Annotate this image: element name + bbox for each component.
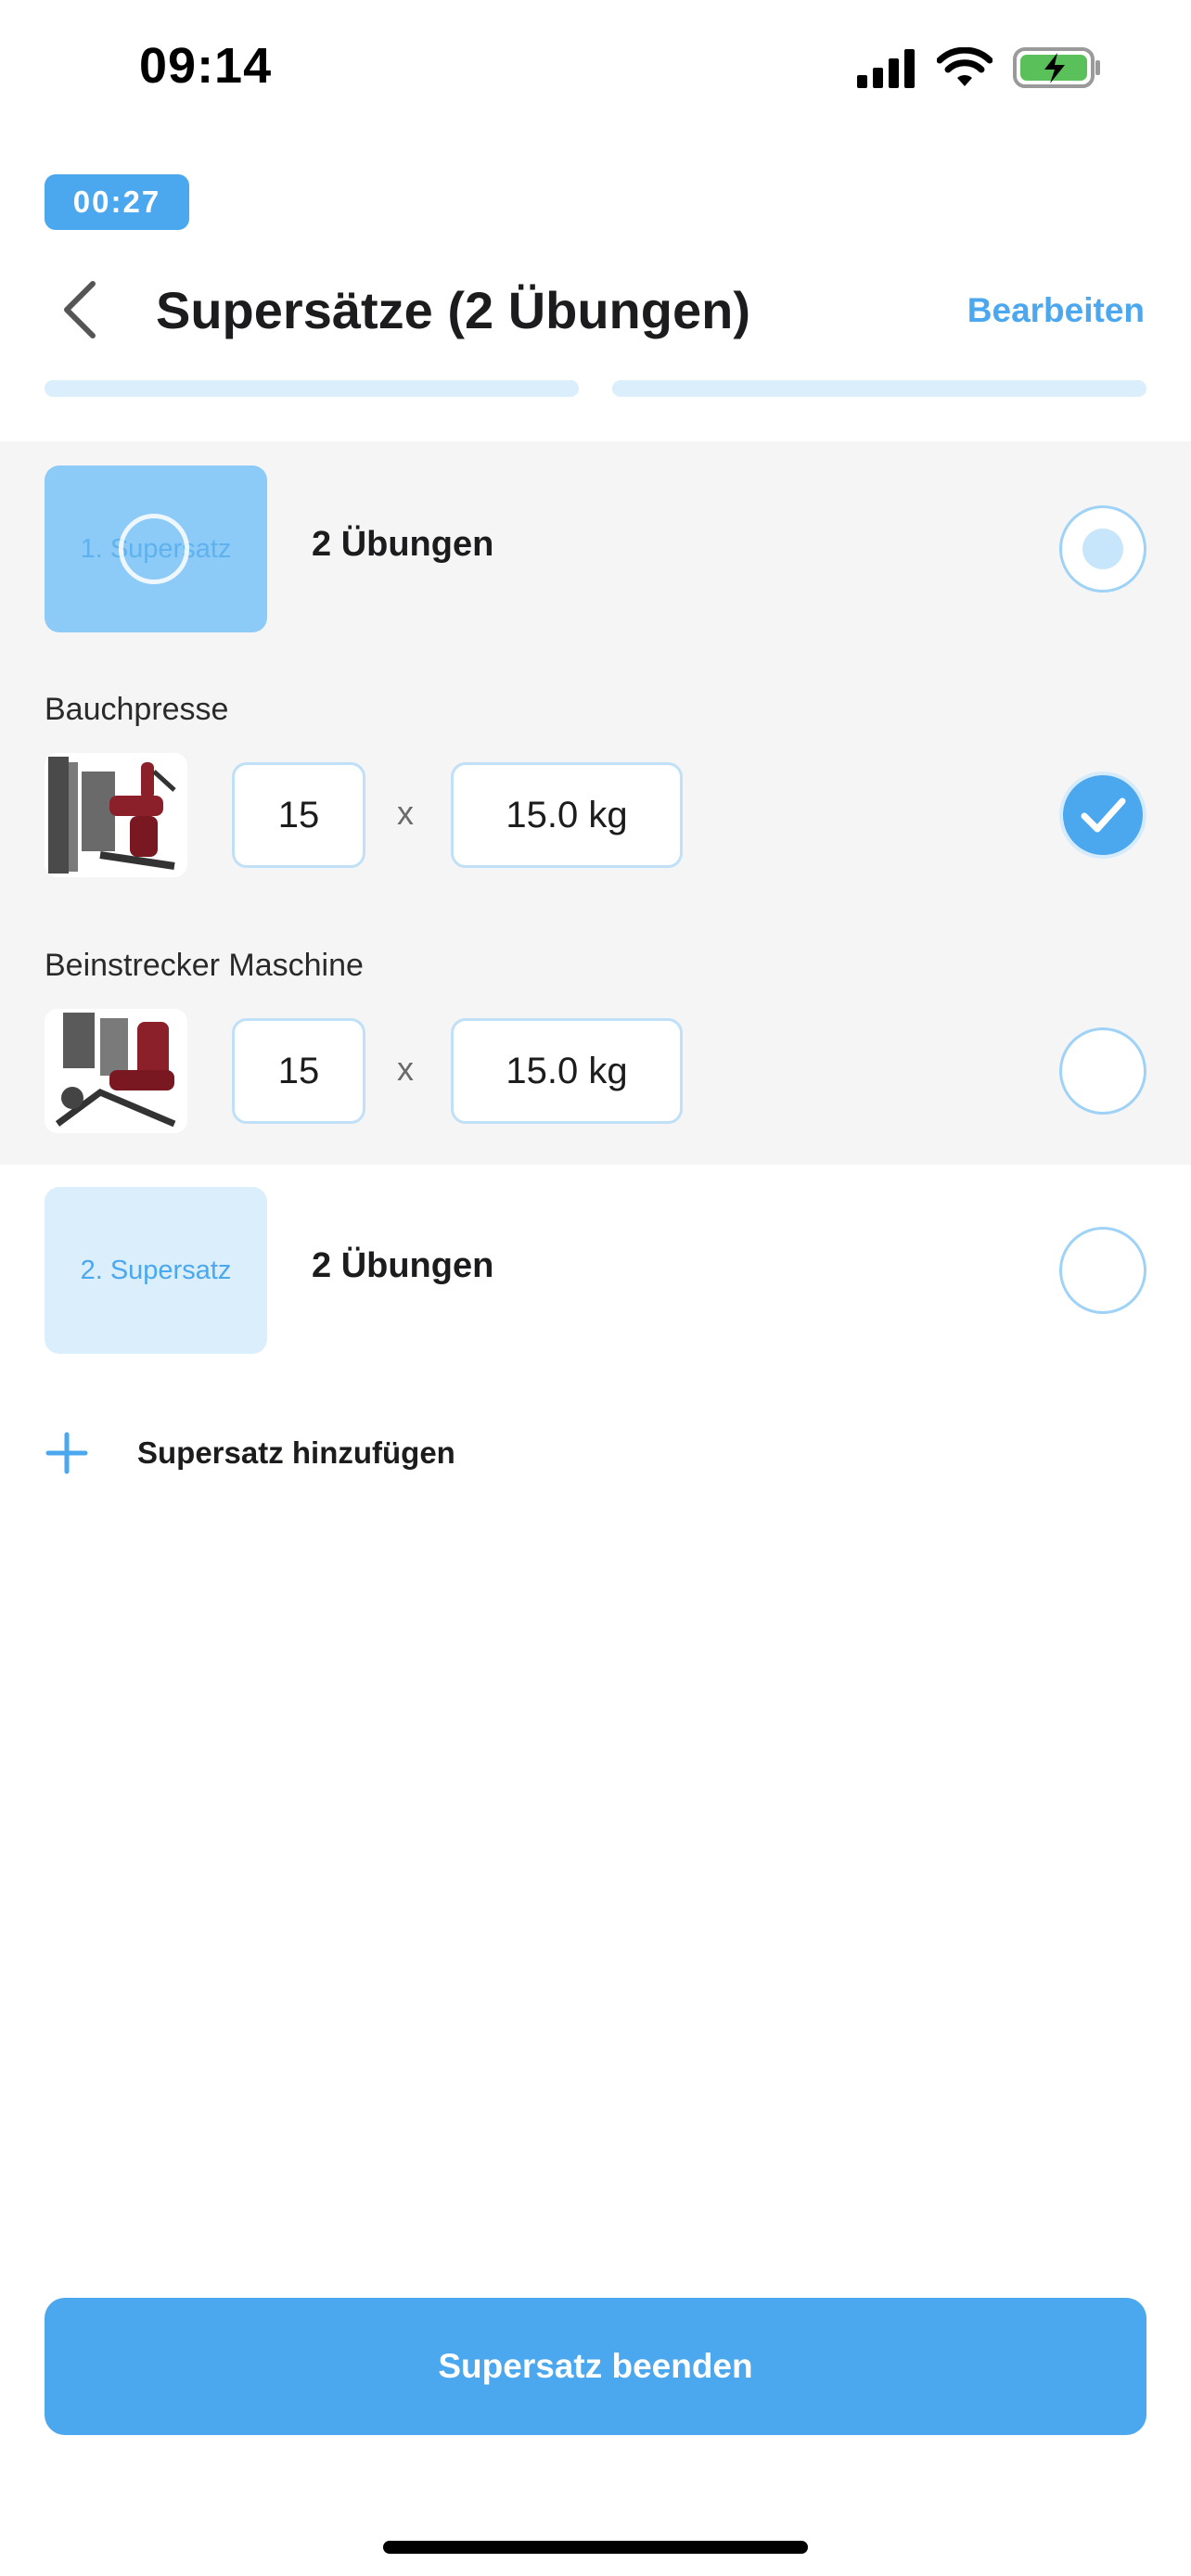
page-title: Supersätze (2 Übungen) — [156, 281, 750, 339]
superset-row[interactable]: 2. Supersatz 2 Übungen — [0, 1187, 1191, 1354]
header: Supersätze (2 Übungen) Bearbeiten — [0, 260, 1191, 362]
exercise-name: Bauchpresse — [45, 692, 229, 727]
status-icons — [857, 46, 1102, 89]
superset-radio[interactable] — [1059, 505, 1146, 593]
exercise-row: 15 x 15.0 kg — [0, 753, 1191, 877]
radio-dot-icon — [1082, 529, 1123, 569]
superset-group-active: 1. Supersatz 2 Übungen Bauchpresse 15 x — [0, 441, 1191, 1165]
superset-label: 2. Supersatz — [80, 1255, 232, 1285]
ab-crunch-machine-icon — [45, 753, 187, 877]
battery-charging-icon — [1013, 47, 1100, 88]
reps-input[interactable]: 15 — [232, 1018, 365, 1124]
superset-thumbnail: 2. Supersatz — [45, 1187, 267, 1354]
cellular-signal-icon — [857, 49, 915, 88]
plus-icon — [45, 1432, 88, 1474]
times-separator: x — [397, 1050, 414, 1088]
edit-button[interactable]: Bearbeiten — [967, 291, 1145, 330]
wifi-icon — [937, 47, 992, 86]
reps-input[interactable]: 15 — [232, 762, 365, 868]
exercise-complete-checkbox[interactable] — [1059, 1027, 1146, 1115]
exercise-row: 15 x 15.0 kg — [0, 1009, 1191, 1133]
back-button[interactable] — [54, 276, 109, 343]
status-bar: 09:14 — [0, 0, 1191, 139]
superset-exercise-count: 2 Übungen — [312, 1246, 494, 1285]
weight-input[interactable]: 15.0 kg — [451, 762, 683, 868]
active-ring-icon — [119, 514, 189, 584]
exercise-name: Beinstrecker Maschine — [45, 948, 364, 983]
superset-radio[interactable] — [1059, 1227, 1146, 1314]
superset-thumbnail: 1. Supersatz — [45, 465, 267, 632]
finish-superset-button[interactable]: Supersatz beenden — [45, 2298, 1146, 2435]
workout-timer: 00:27 — [45, 174, 189, 230]
superset-row[interactable]: 1. Supersatz 2 Übungen — [0, 465, 1191, 632]
home-indicator — [383, 2541, 808, 2554]
leg-extension-machine-icon — [45, 1009, 187, 1133]
superset-exercise-count: 2 Übungen — [312, 525, 494, 564]
status-time: 09:14 — [139, 38, 273, 94]
times-separator: x — [397, 794, 414, 832]
chevron-left-icon — [64, 281, 96, 338]
add-superset-label: Supersatz hinzufügen — [137, 1435, 455, 1470]
exercise-image — [45, 753, 187, 877]
weight-input[interactable]: 15.0 kg — [451, 1018, 683, 1124]
checkmark-icon — [1081, 797, 1126, 833]
add-superset-button[interactable]: Supersatz hinzufügen — [45, 1421, 455, 1486]
exercise-image — [45, 1009, 187, 1133]
exercise-complete-checkbox[interactable] — [1059, 772, 1146, 859]
progress-bar-superset-2 — [612, 380, 1146, 397]
progress-bar-superset-1 — [45, 380, 579, 397]
